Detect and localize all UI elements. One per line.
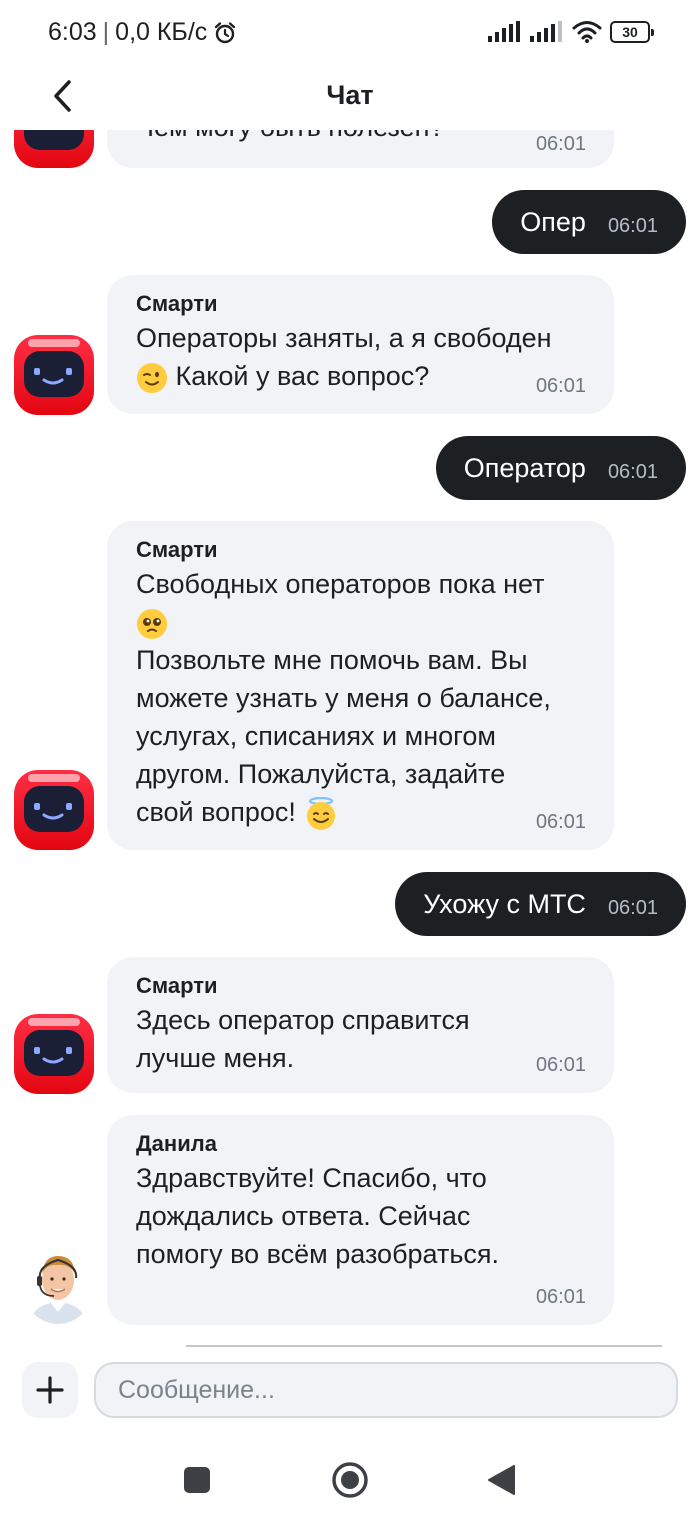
bot-avatar	[14, 335, 94, 415]
message-text-continued: Какой у вас вопрос?	[175, 361, 430, 391]
square-icon	[184, 1467, 210, 1493]
system-navigation-bar	[0, 1440, 700, 1517]
message-input[interactable]	[94, 1362, 678, 1418]
status-left: 6:03 | 0,0 КБ/с	[48, 18, 237, 47]
signal-icon	[488, 21, 520, 42]
status-time: 6:03	[48, 18, 97, 46]
message-time: 06:01	[607, 460, 658, 483]
status-separator: |	[102, 18, 110, 46]
network-speed: 0,0 КБ/с	[115, 18, 208, 46]
message-text: Здесь оператор справится	[136, 1005, 470, 1035]
chat-message-list[interactable]: Чем могу быть полезен? 06:01 Опер 06:01 …	[0, 130, 700, 1345]
halo-smiling-face-emoji-icon	[307, 796, 336, 830]
message-text: Позвольте мне помочь вам. Вы	[136, 645, 528, 675]
incoming-message: Данила Здравствуйте! Спасибо, что дождал…	[107, 1115, 614, 1325]
message-time: 06:01	[535, 1286, 586, 1308]
outgoing-message: Оператор 06:01	[435, 436, 686, 500]
pleading-face-emoji-icon	[137, 608, 167, 639]
message-text-line: Какой у вас вопрос?	[136, 357, 586, 395]
incoming-message: Смарти Здесь оператор справится лучше ме…	[107, 957, 614, 1093]
circle-icon	[332, 1462, 368, 1498]
message-text-end: свой вопрос!	[136, 797, 296, 827]
wifi-icon	[572, 21, 602, 43]
nav-back-button[interactable]	[474, 1452, 530, 1508]
message-text: Свободных операторов пока нет	[136, 569, 545, 599]
message-text: помогу во всём разобраться.	[136, 1239, 500, 1269]
message-composer	[0, 1358, 700, 1422]
status-bar: 6:03 | 0,0 КБ/с 30	[0, 0, 700, 62]
message-text: Здравствуйте! Спасибо, что	[136, 1163, 487, 1193]
incoming-message: Смарти Свободных операторов пока нет Поз…	[107, 521, 614, 850]
message-sender: Смарти	[136, 973, 218, 998]
incoming-message: Чем могу быть полезен? 06:01	[107, 130, 614, 168]
message-text: Оператор	[463, 452, 586, 483]
message-text-line: свой вопрос!	[136, 793, 586, 831]
message-text: лучше меня.	[136, 1043, 295, 1073]
page-title: Чат	[326, 80, 374, 110]
message-sender: Смарти	[136, 291, 218, 316]
message-time: 06:01	[607, 214, 658, 237]
bot-face-icon	[34, 1047, 72, 1064]
incoming-message: Смарти Операторы заняты, а я свободен Ка…	[107, 275, 614, 414]
bot-avatar	[14, 1014, 94, 1094]
message-text: услугах, списаниях и многом	[136, 721, 496, 751]
signal-icon-2	[530, 21, 562, 42]
plus-icon	[36, 1376, 64, 1404]
bot-face-icon	[34, 803, 72, 820]
message-text: Чем могу быть полезен?	[136, 130, 445, 146]
message-text: можете узнать у меня о балансе,	[136, 683, 551, 713]
nav-recents-button[interactable]	[169, 1452, 225, 1508]
nav-home-button[interactable]	[322, 1452, 378, 1508]
outgoing-message: Опер 06:01	[492, 190, 686, 254]
operator-avatar	[24, 1244, 92, 1324]
outgoing-message: Ухожу с МТС 06:01	[395, 872, 686, 936]
triangle-left-icon	[488, 1465, 515, 1495]
message-time: 06:01	[535, 375, 586, 397]
bot-avatar	[14, 130, 94, 168]
operator-photo-icon	[24, 1244, 92, 1324]
battery-icon: 30	[610, 21, 654, 43]
message-text: Опер	[520, 206, 586, 237]
message-sender: Смарти	[136, 537, 218, 562]
status-right: 30	[488, 20, 654, 44]
message-time: 06:01	[607, 896, 658, 919]
message-text: Операторы заняты, а я свободен	[136, 323, 552, 353]
attach-button[interactable]	[22, 1362, 78, 1418]
message-text: другом. Пожалуйста, задайте	[136, 759, 506, 789]
message-text: дождались ответа. Сейчас	[136, 1201, 471, 1231]
winking-face-emoji-icon	[137, 362, 167, 393]
message-time: 06:01	[535, 811, 586, 833]
message-time: 06:01	[535, 133, 586, 155]
list-divider	[186, 1345, 662, 1347]
chat-header: Чат	[0, 62, 700, 130]
bot-avatar	[14, 770, 94, 850]
message-sender: Данила	[136, 1131, 217, 1156]
message-text: Ухожу с МТС	[423, 888, 586, 919]
message-time: 06:01	[535, 1054, 586, 1076]
message-text-line	[136, 603, 586, 641]
bot-face-icon	[34, 368, 72, 385]
alarm-icon	[215, 21, 236, 43]
